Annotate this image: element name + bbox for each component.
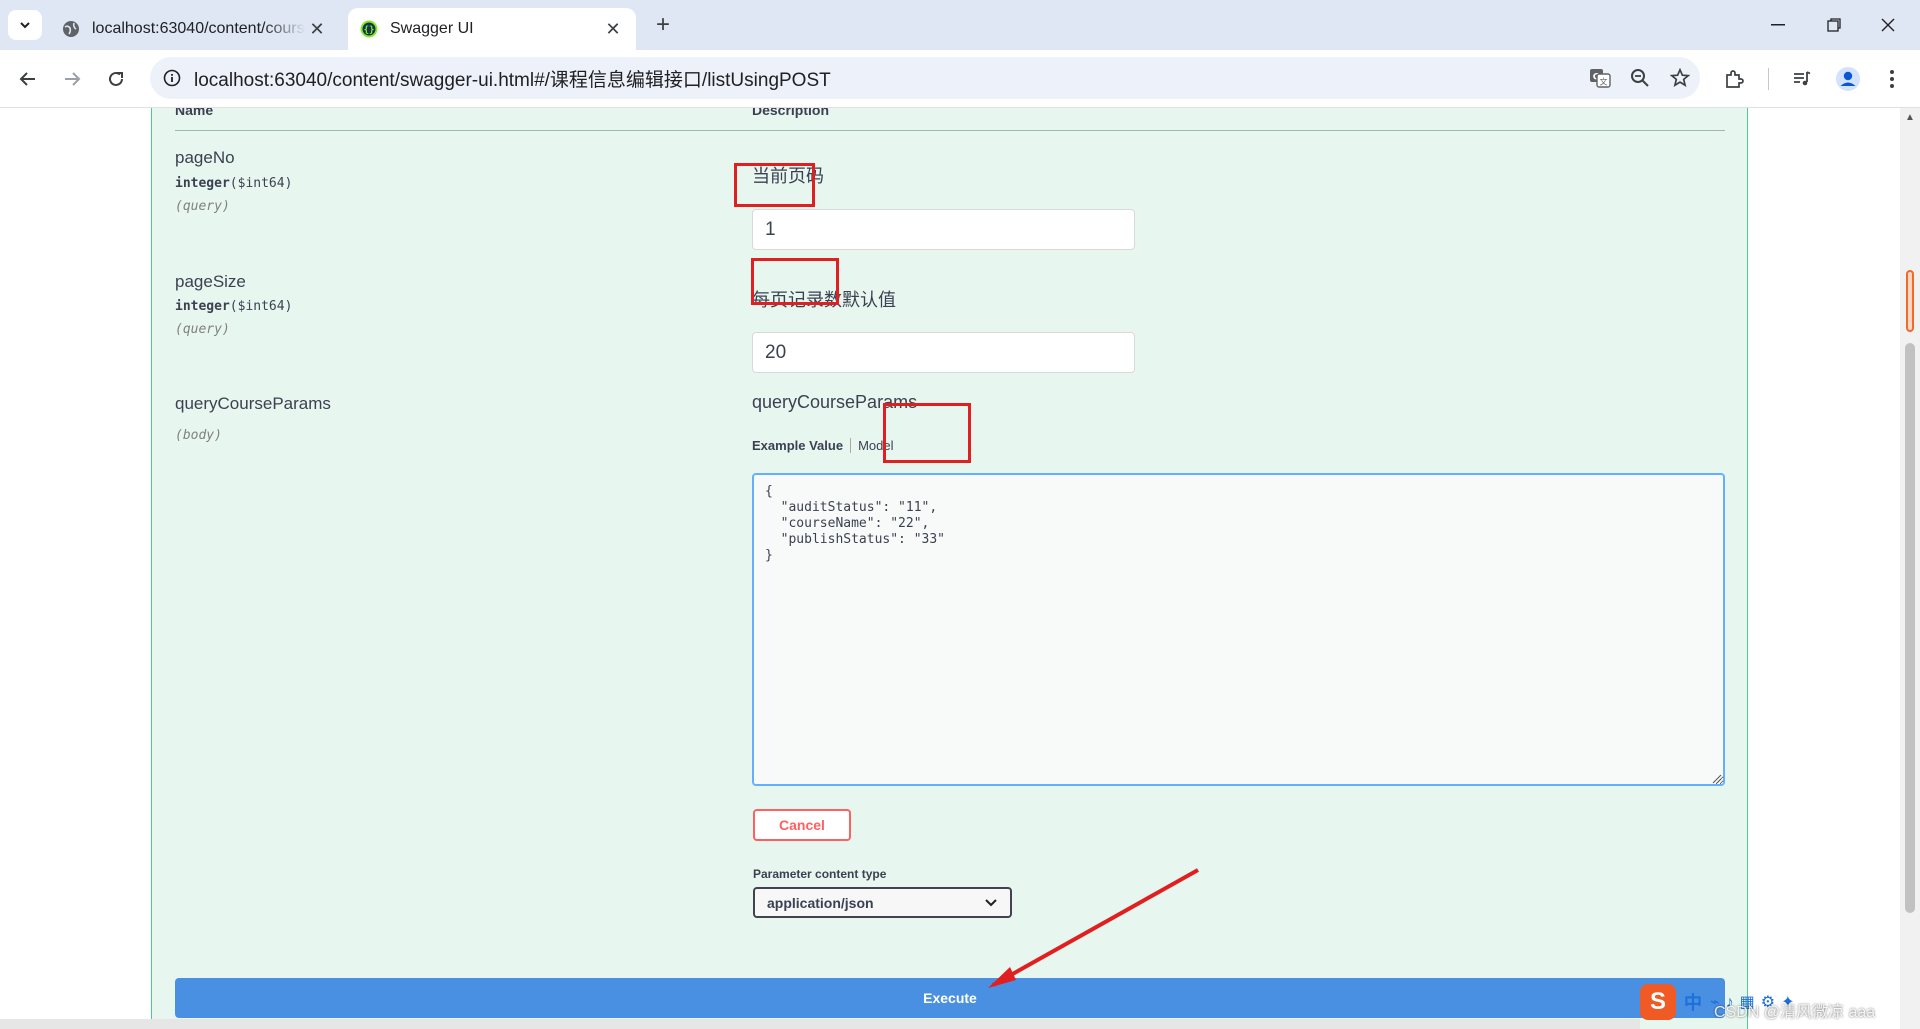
chevron-down-icon (985, 898, 997, 906)
close-icon[interactable]: ✕ (306, 18, 328, 40)
scroll-thumb[interactable] (1905, 343, 1915, 913)
tab-strip: localhost:63040/content/course ✕ {} Swag… (0, 0, 1920, 50)
column-header-description: Description (752, 108, 830, 118)
pageSize-input[interactable] (752, 332, 1135, 373)
annotation-box-pageSize (751, 258, 839, 305)
chevron-down-icon (20, 22, 30, 29)
toolbar-divider (1768, 68, 1769, 90)
param-format: ($int64) (229, 176, 293, 191)
zoom-icon[interactable] (1620, 58, 1660, 98)
param-type: integer (175, 176, 230, 191)
plus-icon[interactable]: + (650, 11, 676, 38)
url-text[interactable]: localhost:63040/content/swagger-ui.html#… (194, 65, 1580, 92)
param-in-pageSize: (query) (175, 322, 230, 337)
close-icon[interactable]: ✕ (602, 18, 624, 40)
content-type-label: Parameter content type (753, 867, 887, 881)
column-header-name: Name (175, 108, 214, 118)
param-name-pageSize: pageSize (175, 272, 246, 291)
scroll-marker (1906, 270, 1914, 332)
close-window-button[interactable] (1868, 10, 1908, 40)
extensions-icon[interactable] (1718, 63, 1750, 95)
tab-search-button[interactable] (8, 10, 42, 40)
browser-toolbar: localhost:63040/content/swagger-ui.html#… (0, 50, 1920, 108)
profile-icon[interactable] (1832, 63, 1864, 95)
tab-title: Swagger UI (390, 20, 474, 37)
post-operation-block: Name Description pageNo integer($int64) … (151, 108, 1748, 1029)
back-icon[interactable] (12, 63, 44, 95)
resize-grip-icon[interactable] (1712, 774, 1722, 784)
address-bar[interactable]: localhost:63040/content/swagger-ui.html#… (150, 57, 1700, 99)
svg-text:文: 文 (1600, 77, 1608, 87)
tab-title: localhost:63040/content/course (92, 20, 306, 37)
star-icon[interactable] (1660, 58, 1700, 98)
page-scrollbar[interactable]: ▲ (1900, 108, 1920, 1029)
content-type-value: application/json (767, 894, 874, 911)
translate-icon[interactable]: G文 (1580, 58, 1620, 98)
site-info-icon[interactable] (150, 69, 194, 87)
ime-language[interactable]: 中 (1684, 989, 1702, 1015)
forward-icon[interactable] (56, 63, 88, 95)
watermark: CSDN @清风微凉 aaa (1714, 1004, 1876, 1021)
param-name-pageNo: pageNo (175, 148, 235, 167)
sogou-ime-icon[interactable]: S (1640, 984, 1676, 1020)
content-type-select[interactable]: application/json (753, 887, 1012, 918)
tab-swagger-ui[interactable]: {} Swagger UI ✕ (348, 8, 636, 50)
annotation-box-pageNo (734, 163, 815, 207)
minimize-button[interactable] (1758, 10, 1798, 40)
body-view-tabs: Example Value Model (752, 438, 893, 453)
param-format: ($int64) (229, 299, 293, 314)
swagger-icon: {} (360, 20, 378, 38)
param-name-queryCourseParams: queryCourseParams (175, 394, 331, 413)
tab-localhost[interactable]: localhost:63040/content/course ✕ (50, 8, 340, 50)
cancel-button[interactable]: Cancel (753, 809, 851, 841)
param-type: integer (175, 299, 230, 314)
request-body-editor[interactable] (752, 473, 1725, 786)
param-in-queryCourseParams: (body) (175, 428, 222, 443)
media-icon[interactable] (1786, 63, 1818, 95)
svg-text:{}: {} (364, 26, 375, 36)
param-type-pageSize: integer($int64) (175, 299, 292, 314)
horizontal-scrollbar[interactable] (0, 1019, 1640, 1029)
param-in-pageNo: (query) (175, 199, 230, 214)
globe-icon (62, 20, 80, 38)
header-divider (175, 130, 1725, 131)
pageNo-input[interactable] (752, 209, 1135, 250)
scroll-up-icon[interactable]: ▲ (1905, 112, 1915, 123)
page-viewport: Name Description pageNo integer($int64) … (0, 108, 1900, 1029)
restore-button[interactable] (1814, 10, 1854, 40)
param-type-pageNo: integer($int64) (175, 176, 292, 191)
reload-icon[interactable] (100, 63, 132, 95)
execute-button[interactable]: Execute (175, 978, 1725, 1018)
menu-icon[interactable] (1876, 63, 1908, 95)
annotation-box-body-values (883, 403, 971, 463)
tab-example-value[interactable]: Example Value (752, 438, 852, 453)
